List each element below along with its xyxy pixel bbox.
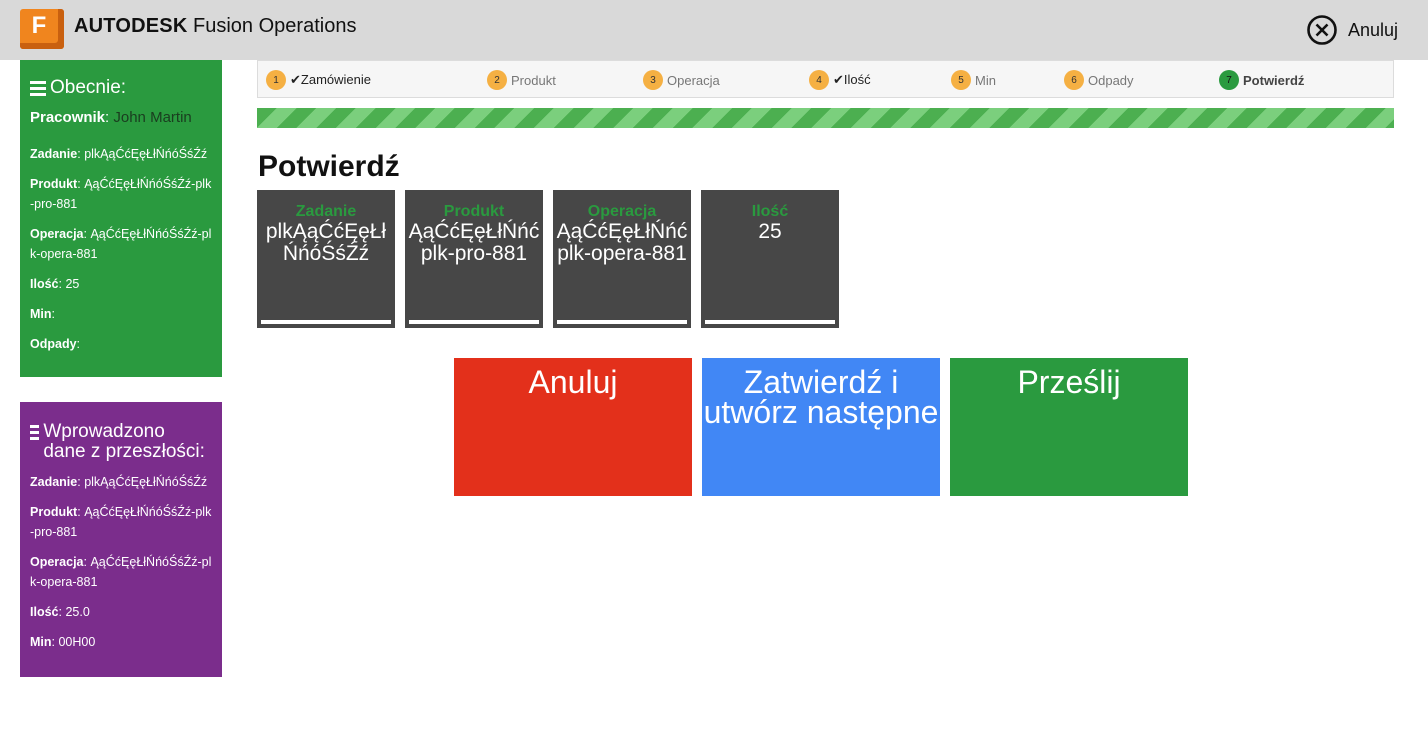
current-row-operation: Operacja: ĄąĆćĘęŁłŃńóŚśŹź-plk-opera-881	[30, 227, 212, 261]
header-cancel-label: Anuluj	[1347, 19, 1398, 40]
top-header: F AUTODESK Fusion Operations Anuluj	[0, 0, 1428, 60]
summary-card-operation: Operacja ĄąĆćĘęŁłŃńć plk-opera-881	[553, 190, 691, 328]
past-row-product: Produkt: ĄąĆćĘęŁłŃńóŚśŹź-plk-pro-881	[30, 505, 212, 539]
close-circle-icon	[1307, 15, 1337, 45]
past-row-task: Zadanie: plkĄąĆćĘęŁłŃńóŚśŹź	[30, 475, 208, 489]
summary-card-product: Produkt ĄąĆćĘęŁłŃńć plk-pro-881	[405, 190, 543, 328]
page-title: Potwierdź	[258, 150, 400, 183]
current-panel: Obecnie: Pracownik: John Martin Zadanie:…	[20, 60, 222, 377]
current-row-task: Zadanie: plkĄąĆćĘęŁłŃńóŚśŹź	[30, 147, 208, 161]
step-order[interactable]: 1 ✔Zamówienie	[266, 70, 371, 90]
header-cancel-button[interactable]: Anuluj	[1306, 14, 1398, 46]
progress-bar	[257, 108, 1394, 128]
current-row-waste: Odpady:	[30, 337, 81, 351]
worker-row: Pracownik: John Martin	[30, 109, 192, 126]
current-row-quantity: Ilość: 25	[30, 277, 80, 291]
summary-card-task: Zadanie plkĄąĆćĘęŁłŃńóŚśŹź	[257, 190, 395, 328]
past-row-quantity: Ilość: 25.0	[30, 605, 90, 619]
app-title: AUTODESK Fusion Operations	[74, 15, 357, 37]
past-data-panel: Wprowadzono dane z przeszłości: Zadanie:…	[20, 402, 222, 677]
fusion-logo-icon: F	[20, 9, 64, 49]
step-product[interactable]: 2 Produkt	[487, 70, 556, 90]
summary-card-quantity: Ilość 25	[701, 190, 839, 328]
step-quantity[interactable]: 4 ✔Ilość	[809, 70, 871, 90]
step-confirm[interactable]: 7 Potwierdź	[1219, 70, 1304, 90]
current-panel-title: Obecnie:	[30, 78, 212, 99]
past-row-operation: Operacja: ĄąĆćĘęŁłŃńóŚśŹź-plk-opera-881	[30, 555, 212, 589]
current-row-min: Min:	[30, 307, 56, 321]
cancel-button[interactable]: Anuluj	[454, 358, 692, 496]
step-waste[interactable]: 6 Odpady	[1064, 70, 1134, 90]
worker-name: John Martin	[113, 109, 192, 126]
check-icon: ✔	[290, 72, 301, 87]
current-row-product: Produkt: ĄąĆćĘęŁłŃńóŚśŹź-plk-pro-881	[30, 177, 212, 211]
step-min[interactable]: 5 Min	[951, 70, 996, 90]
menu-icon	[30, 425, 40, 462]
confirm-and-create-next-button[interactable]: Zatwierdź i utwórz następne	[702, 358, 940, 496]
past-panel-title: Wprowadzono dane z przeszłości:	[30, 422, 212, 462]
submit-button[interactable]: Prześlij	[950, 358, 1188, 496]
menu-icon	[30, 81, 46, 99]
wizard-steps: 1 ✔Zamówienie 2 Produkt 3 Operacja 4 ✔Il…	[257, 60, 1394, 98]
step-operation[interactable]: 3 Operacja	[643, 70, 720, 90]
check-icon: ✔	[833, 72, 844, 87]
past-row-min: Min: 00H00	[30, 635, 96, 649]
